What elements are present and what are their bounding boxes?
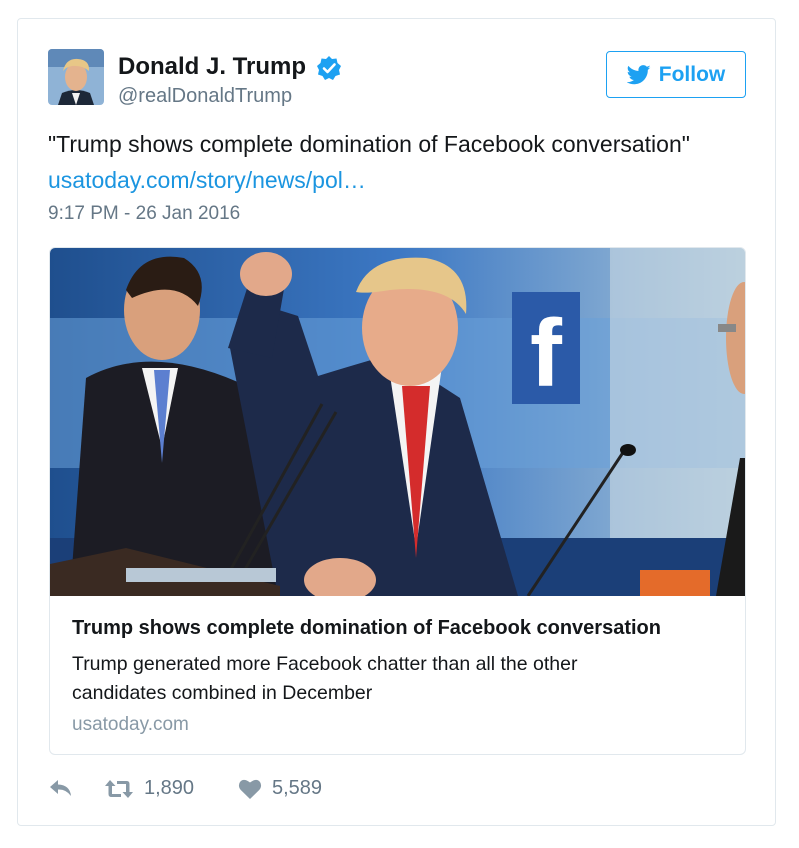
twitter-bird-icon	[626, 64, 651, 84]
like-button[interactable]: 5,589	[238, 777, 322, 800]
card-title[interactable]: Trump shows complete domination of Faceb…	[72, 617, 661, 640]
facebook-sign-letter: f	[530, 300, 563, 407]
like-icon	[238, 779, 262, 799]
verified-icon	[316, 55, 342, 81]
tweet-link[interactable]: usatoday.com/story/news/pol…	[48, 167, 366, 194]
reply-button[interactable]	[48, 777, 74, 799]
author-name[interactable]: Donald J. Trump	[118, 53, 306, 81]
card-description: Trump generated more Facebook chatter th…	[72, 653, 578, 704]
like-count: 5,589	[272, 777, 323, 799]
author-handle[interactable]: @realDonaldTrump	[118, 85, 292, 108]
link-preview-card[interactable]: f Trump shows complete domination of Fac…	[49, 247, 746, 755]
tweet-card: Donald J. Trump @realDonaldTrump Follow …	[17, 18, 776, 826]
follow-label: Follow	[658, 62, 726, 86]
follow-button[interactable]: Follow	[606, 51, 746, 98]
reply-icon	[50, 780, 71, 796]
tweet-timestamp[interactable]: 9:17 PM - 26 Jan 2016	[48, 203, 240, 225]
debate-photo: f	[50, 248, 745, 596]
avatar[interactable]	[48, 49, 104, 105]
tweet-text: "Trump shows complete domination of Face…	[48, 131, 690, 157]
retweet-button[interactable]: 1,890	[104, 777, 194, 800]
retweet-count: 1,890	[144, 777, 195, 799]
card-domain: usatoday.com	[72, 714, 189, 735]
retweet-icon	[105, 779, 133, 798]
